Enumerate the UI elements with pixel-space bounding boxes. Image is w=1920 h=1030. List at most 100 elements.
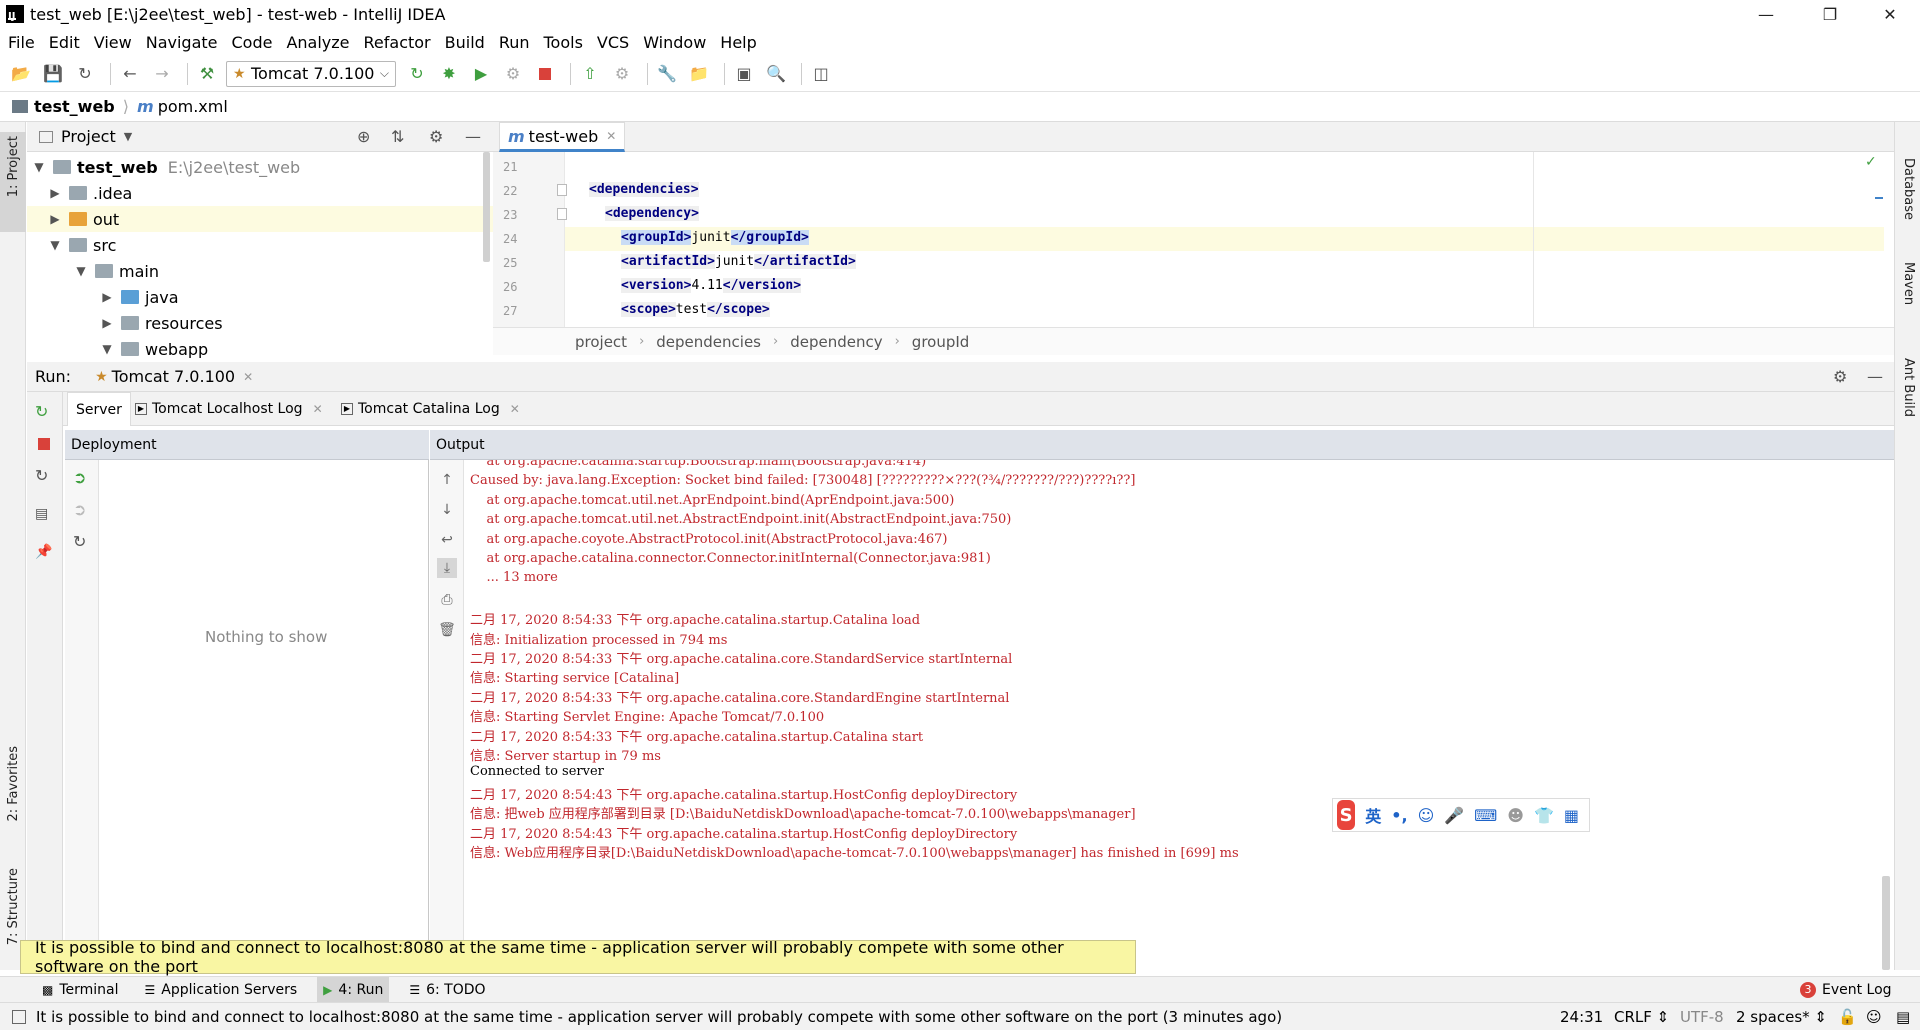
tasks-icon[interactable]: ◫ [808,61,834,87]
console-scrollbar[interactable] [1882,876,1890,970]
project-tool-button[interactable]: 1: Project [6,136,21,197]
cursor-position[interactable]: 24:31 [1560,1008,1603,1026]
tree-item-root[interactable]: ▼ test_web E:\j2ee\test_web [27,154,493,180]
terminal-window-icon[interactable]: ▣ [731,61,757,87]
tree-item-idea[interactable]: ▶ .idea [27,180,493,206]
tree-item-main[interactable]: ▼ main [27,258,493,284]
menu-tools[interactable]: Tools [544,33,583,52]
minimize-button[interactable]: — [1736,0,1796,28]
update-running-app-icon[interactable]: ⇧ [577,61,603,87]
close-tab-icon[interactable]: ✕ [243,370,253,384]
chevron-right-icon[interactable]: ▶ [47,212,63,226]
menu-view[interactable]: View [94,33,132,52]
menu-window[interactable]: Window [643,33,706,52]
status-toggle-icon[interactable] [12,1009,26,1024]
skin-shirt-icon[interactable]: 👕 [1534,806,1554,825]
undeploy-icon[interactable]: ➲ [73,500,86,519]
nav-project[interactable]: test_web [34,97,115,116]
stop-icon[interactable] [38,438,50,450]
menu-refactor[interactable]: Refactor [364,33,431,52]
maven-tool-button[interactable]: Maven [1901,262,1916,305]
breadcrumb-item[interactable]: dependencies [656,333,761,351]
ant-build-tool-button[interactable]: Ant Build [1901,358,1916,417]
chevron-down-icon[interactable]: ▼ [124,130,132,143]
code-editor[interactable]: <dependencies> <dependency> <groupId>jun… [565,152,1884,327]
tree-item-webapp[interactable]: ▼ webapp [27,336,493,359]
maximize-button[interactable]: ❐ [1800,0,1860,28]
close-tab-icon[interactable]: ✕ [606,129,616,143]
favorites-tool-button[interactable]: 2: Favorites [6,746,21,822]
project-structure-icon[interactable]: 📁 [686,61,712,87]
menu-run[interactable]: Run [499,33,530,52]
build-hammer-icon[interactable]: ⚒ [194,61,220,87]
punctuation-icon[interactable]: •, [1391,806,1407,825]
close-button[interactable]: ✕ [1860,0,1920,28]
breadcrumb-item[interactable]: dependency [790,333,882,351]
file-encoding[interactable]: UTF-8 [1680,1008,1724,1026]
menu-vcs[interactable]: VCS [597,33,629,52]
inspection-ok-icon[interactable]: ✓ [1865,154,1877,170]
project-view-select[interactable]: Project [61,127,116,146]
tree-item-out[interactable]: ▶ out [27,206,493,232]
run-tab[interactable]: ▶ 4: Run [317,976,390,1003]
chevron-down-icon[interactable]: ▼ [47,238,63,252]
hide-panel-icon[interactable]: — [1867,367,1883,386]
user-icon[interactable]: ☻ [1507,806,1524,825]
tree-scrollbar[interactable] [483,152,490,262]
chevron-down-icon[interactable]: ▼ [99,342,115,356]
ime-language-toggle[interactable]: 英 [1365,803,1381,827]
chevron-right-icon[interactable]: ▶ [99,316,115,330]
line-separator[interactable]: CRLF ⇕ [1614,1008,1669,1026]
tab-tomcat-catalina-log[interactable]: ▶ Tomcat Catalina Log ✕ [333,392,528,426]
inspector-icon[interactable]: ☺ [1866,1008,1882,1026]
run-coverage-icon[interactable]: ▶ [468,61,494,87]
grid-menu-icon[interactable]: ▦ [1564,806,1579,825]
run-configuration-select[interactable]: ★ Tomcat 7.0.100 ⌵ [226,60,396,87]
profile-icon[interactable]: ⚙ [500,61,526,87]
print-icon[interactable]: ⎙ [437,590,457,610]
tree-item-java[interactable]: ▶ java [27,284,493,310]
breadcrumb-item[interactable]: project [575,333,627,351]
rerun-icon[interactable]: ↻ [404,61,430,87]
chevron-down-icon[interactable]: ▼ [31,160,47,174]
notifications-icon[interactable]: ▤ [1896,1008,1910,1026]
terminal-tab[interactable]: ▩ Terminal [36,977,125,1003]
microphone-icon[interactable]: 🎤 [1444,806,1464,825]
chevron-right-icon[interactable]: ▶ [99,290,115,304]
back-arrow-icon[interactable]: ← [117,61,143,87]
tree-item-src[interactable]: ▼ src [27,232,493,258]
console-output[interactable]: at org.apache.catalina.startup.Bootstrap… [470,460,1880,970]
emoji-icon[interactable]: ☺ [1418,806,1435,825]
stop-icon[interactable] [532,61,558,87]
open-folder-icon[interactable]: 📂 [8,61,34,87]
scroll-to-end-icon[interactable]: ⤓ [437,558,457,578]
save-icon[interactable]: 💾 [40,61,66,87]
menu-file[interactable]: File [8,33,35,52]
editor-tab-test-web[interactable]: m test-web ✕ [499,122,626,152]
hide-panel-icon[interactable]: — [465,127,481,146]
menu-build[interactable]: Build [445,33,485,52]
database-tool-button[interactable]: Database [1901,158,1916,220]
sync-icon[interactable]: ↻ [72,61,98,87]
menu-navigate[interactable]: Navigate [146,33,218,52]
run-config-tab[interactable]: ★ Tomcat 7.0.100 ✕ [95,367,253,386]
menu-code[interactable]: Code [232,33,273,52]
layout-icon[interactable]: ▤ [35,506,48,522]
todo-tab[interactable]: ☰ 6: TODO [403,977,491,1003]
chevron-down-icon[interactable]: ▼ [73,264,89,278]
structure-tool-button[interactable]: 7: Structure [6,868,21,945]
close-tab-icon[interactable]: ✕ [313,402,323,416]
refresh-icon[interactable]: ↻ [35,466,48,485]
breadcrumb-item[interactable]: groupId [912,333,970,351]
settings-wrench-icon[interactable]: 🔧 [654,61,680,87]
menu-edit[interactable]: Edit [49,33,80,52]
gear-icon[interactable]: ⚙ [429,127,443,146]
forward-arrow-icon[interactable]: → [149,61,175,87]
deploy-icon[interactable]: ➲ [73,468,86,487]
tab-tomcat-localhost-log[interactable]: ▶ Tomcat Localhost Log ✕ [127,392,331,426]
menu-analyze[interactable]: Analyze [286,33,349,52]
menu-help[interactable]: Help [720,33,756,52]
soft-wrap-icon[interactable]: ↩ [437,530,457,550]
trash-icon[interactable]: 🗑 [437,620,457,640]
tab-server[interactable]: Server [67,392,131,426]
